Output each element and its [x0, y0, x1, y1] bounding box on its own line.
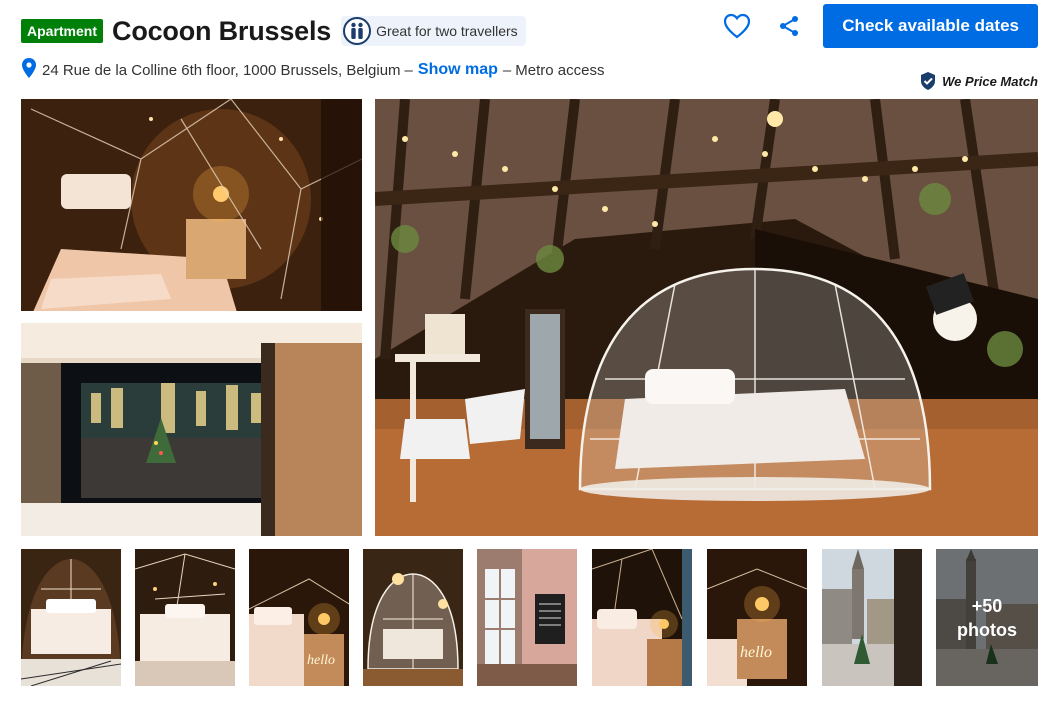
- gallery-thumbnail[interactable]: [135, 549, 235, 686]
- traveller-tag-label: Great for two travellers: [376, 23, 518, 39]
- gallery-thumbnail[interactable]: [592, 549, 692, 686]
- gallery-main-photo[interactable]: [375, 99, 1038, 536]
- check-available-dates-button[interactable]: Check available dates: [823, 4, 1038, 48]
- svg-text:hello: hello: [307, 653, 335, 668]
- more-photos-label: photos: [957, 619, 1017, 640]
- address-text: 24 Rue de la Colline 6th floor, 1000 Bru…: [42, 61, 401, 79]
- more-photos-overlay[interactable]: +50 photos: [936, 549, 1038, 686]
- map-pin-icon: [21, 57, 37, 83]
- address-separator: –: [404, 61, 413, 79]
- address-row: 24 Rue de la Colline 6th floor, 1000 Bru…: [21, 57, 604, 83]
- gallery-thumbnail[interactable]: hello: [707, 549, 807, 686]
- svg-text:hello: hello: [740, 644, 772, 661]
- more-photos-count: +50: [971, 595, 1003, 616]
- show-map-link[interactable]: Show map: [418, 61, 498, 79]
- metro-access-text: Metro access: [515, 61, 605, 79]
- gallery-photo[interactable]: [21, 323, 362, 536]
- gallery-thumbnail[interactable]: [21, 549, 121, 686]
- property-type-badge: Apartment: [21, 19, 104, 43]
- gallery-thumbnail[interactable]: [363, 549, 463, 686]
- gallery-thumbnail[interactable]: hello: [249, 549, 349, 686]
- price-match[interactable]: We Price Match: [918, 71, 1038, 91]
- share-icon[interactable]: [771, 8, 807, 44]
- address-separator: –: [502, 61, 512, 79]
- gallery-thumbnail[interactable]: [477, 549, 577, 686]
- price-match-icon: [921, 72, 936, 90]
- two-people-icon: [343, 17, 372, 45]
- property-header: Apartment Cocoon Brussels Great for two …: [21, 14, 526, 48]
- property-title: Cocoon Brussels: [112, 15, 332, 46]
- gallery-thumbnail-more[interactable]: +50 photos: [936, 549, 1038, 686]
- gallery-photo[interactable]: [21, 99, 362, 311]
- gallery-thumbnail[interactable]: [822, 549, 922, 686]
- header-actions: Check available dates: [719, 4, 1038, 48]
- price-match-label: We Price Match: [942, 73, 1038, 89]
- traveller-tag: Great for two travellers: [341, 16, 526, 46]
- heart-icon[interactable]: [719, 8, 755, 44]
